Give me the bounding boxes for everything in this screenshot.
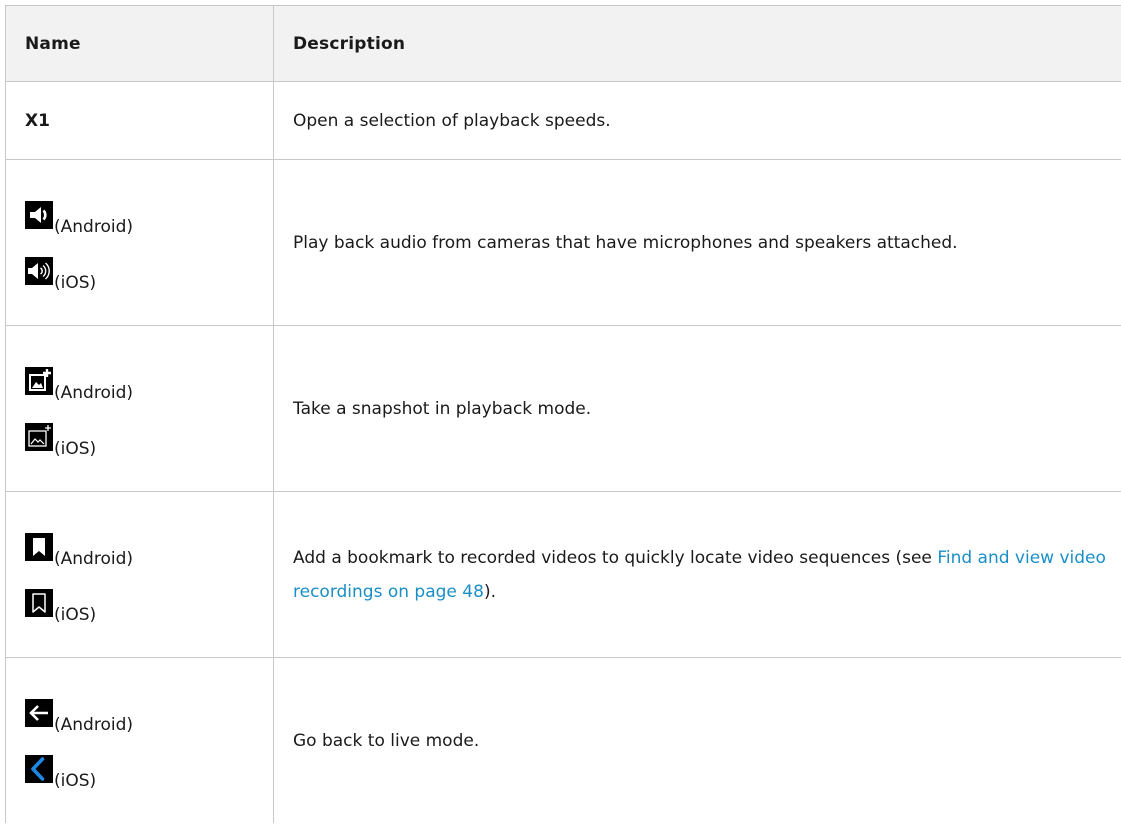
table-row: (Android) (iOS) Go back to live mode.: [5, 657, 1121, 823]
ios-entry: (iOS): [25, 588, 273, 623]
snapshot-add-icon: [25, 366, 53, 395]
platform-label-android: (Android): [54, 382, 133, 403]
row-description: Add a bookmark to recorded videos to qui…: [273, 491, 1121, 658]
bookmark-icon: [25, 532, 53, 561]
android-entry: (Android): [25, 200, 273, 235]
table-row: (Android) (iOS) Take a snapshot in playb…: [5, 325, 1121, 492]
table-row: (Android) (iOS) Add a bookmark to record…: [5, 491, 1121, 658]
description-text: Add a bookmark to recorded videos to qui…: [293, 547, 938, 568]
snapshot-add-outline-icon: [25, 422, 53, 451]
ios-entry: (iOS): [25, 754, 273, 789]
description-text: ).: [483, 581, 496, 602]
platform-label-android: (Android): [54, 216, 133, 237]
chevron-back-icon: [25, 754, 53, 783]
table-row: (Android) (iOS) Play back audio from cam…: [5, 159, 1121, 326]
arrow-back-icon: [25, 698, 53, 727]
android-entry: (Android): [25, 366, 273, 401]
platform-label-ios: (iOS): [54, 604, 97, 625]
row-name: (Android) (iOS): [5, 491, 274, 658]
speaker-waves-icon: [25, 256, 53, 285]
ios-entry: (iOS): [25, 256, 273, 291]
android-entry: (Android): [25, 698, 273, 733]
speaker-icon: [25, 200, 53, 229]
row-description: Take a snapshot in playback mode.: [273, 325, 1121, 492]
platform-label-android: (Android): [54, 714, 133, 735]
column-header-name: Name: [5, 5, 274, 82]
bookmark-outline-icon: [25, 588, 53, 617]
android-entry: (Android): [25, 532, 273, 567]
row-description: Go back to live mode.: [273, 657, 1121, 823]
table-row: X1 Open a selection of playback speeds.: [5, 81, 1121, 160]
row-name: (Android) (iOS): [5, 657, 274, 823]
table-header-row: Name Description: [5, 5, 1121, 82]
platform-label-android: (Android): [54, 548, 133, 569]
platform-label-ios: (iOS): [54, 272, 97, 293]
platform-label-ios: (iOS): [54, 770, 97, 791]
platform-label-ios: (iOS): [54, 438, 97, 459]
row-name: (Android) (iOS): [5, 159, 274, 326]
row-description: Play back audio from cameras that have m…: [273, 159, 1121, 326]
ios-entry: (iOS): [25, 422, 273, 457]
row-description: Open a selection of playback speeds.: [273, 81, 1121, 160]
row-name: (Android) (iOS): [5, 325, 274, 492]
controls-table: Name Description X1 Open a selection of …: [5, 5, 1121, 823]
column-header-description: Description: [273, 5, 1121, 82]
row-name: X1: [5, 81, 274, 160]
